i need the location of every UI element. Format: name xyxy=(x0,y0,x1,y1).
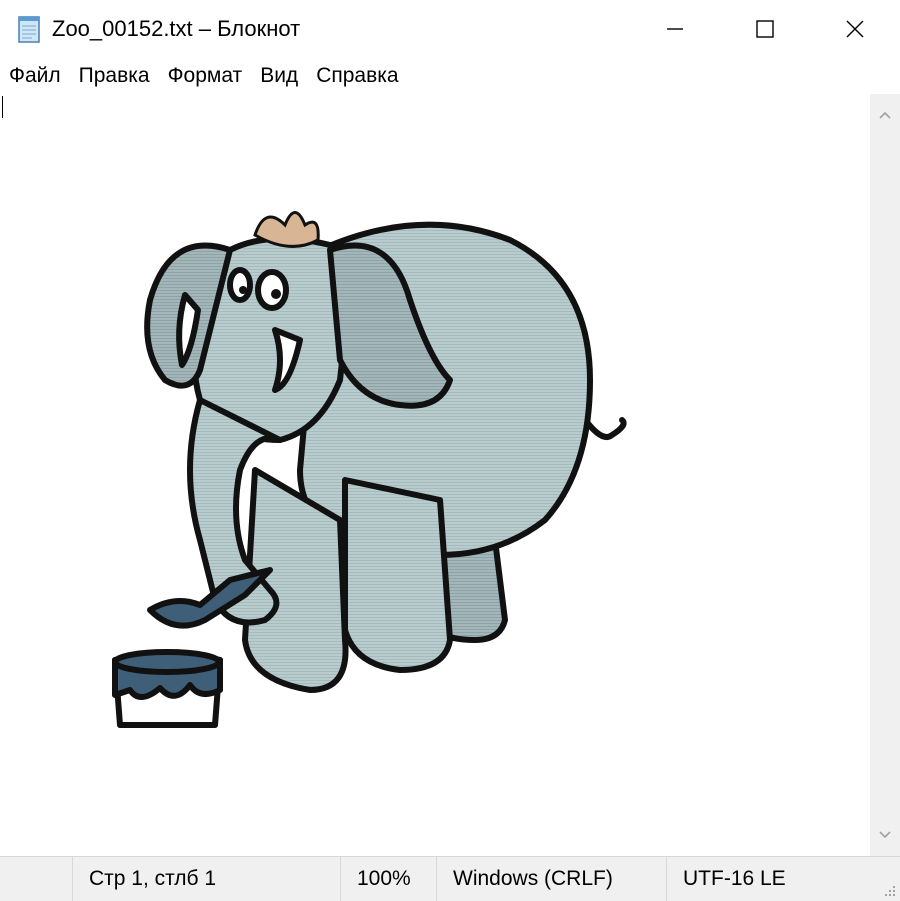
window-title: Zoo_00152.txt – Блокнот xyxy=(52,16,301,41)
close-icon xyxy=(846,20,864,38)
zoom-level: 100% xyxy=(340,857,436,901)
notepad-window: Zoo_00152.txt – Блокнот Файл Правка Форм… xyxy=(0,0,900,901)
encoding: UTF-16 LE xyxy=(666,857,870,901)
menu-edit[interactable]: Правка xyxy=(70,58,159,94)
menu-file[interactable]: Файл xyxy=(0,58,70,94)
menu-help[interactable]: Справка xyxy=(307,58,407,94)
chevron-down-icon xyxy=(879,831,891,839)
notepad-icon xyxy=(14,14,44,44)
scroll-down-button[interactable] xyxy=(870,820,900,850)
minimize-icon xyxy=(667,28,683,30)
resize-grip-icon[interactable] xyxy=(882,883,896,897)
elephant-ascii-art xyxy=(112,211,627,728)
menu-view[interactable]: Вид xyxy=(251,58,307,94)
vertical-scrollbar[interactable] xyxy=(870,94,900,856)
cursor-position: Стр 1, стлб 1 xyxy=(72,857,340,901)
minimize-button[interactable] xyxy=(630,0,720,58)
text-editor-area[interactable] xyxy=(0,94,870,856)
maximize-icon xyxy=(756,20,774,38)
menu-bar: Файл Правка Формат Вид Справка xyxy=(0,58,900,95)
maximize-button[interactable] xyxy=(720,0,810,58)
scroll-up-button[interactable] xyxy=(870,100,900,130)
chevron-up-icon xyxy=(879,111,891,119)
status-bar: Стр 1, стлб 1 100% Windows (CRLF) UTF-16… xyxy=(0,856,900,901)
menu-format[interactable]: Формат xyxy=(159,58,252,94)
close-button[interactable] xyxy=(810,0,900,58)
line-endings: Windows (CRLF) xyxy=(436,857,666,901)
title-bar[interactable]: Zoo_00152.txt – Блокнот xyxy=(0,0,900,58)
